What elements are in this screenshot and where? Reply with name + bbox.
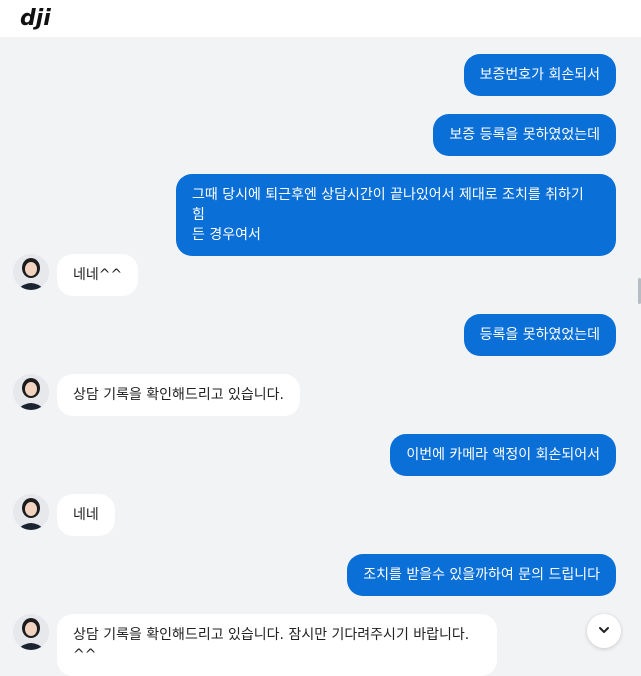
agent-avatar (13, 374, 49, 410)
scroll-down-button[interactable] (587, 614, 621, 648)
user-message: 등록을 못하였었는데 (463, 314, 616, 356)
agent-message: 네네 (57, 494, 115, 536)
agent-message: 상담 기록을 확인해드리고 있습니다. (57, 374, 300, 416)
dji-logo-icon[interactable]: dji (20, 5, 60, 35)
user-message: 보증번호가 회손되서 (463, 54, 616, 96)
user-message: 이번에 카메라 액정이 회손되어서 (390, 434, 616, 476)
agent-avatar (13, 614, 49, 650)
agent-avatar (13, 254, 49, 290)
agent-message: 네네^^ (57, 254, 139, 296)
app-header: dji (0, 0, 641, 37)
user-message: 조치를 받을수 있을까하여 문의 드립니다 (347, 554, 616, 596)
user-message: 보증 등록을 못하였었는데 (433, 114, 616, 156)
agent-message: 상담 기록을 확인해드리고 있습니다. 잠시만 기다려주시기 바랍니다. ^^ (57, 614, 497, 676)
chevron-down-icon (597, 622, 611, 641)
svg-text:dji: dji (20, 6, 51, 31)
chat-area[interactable]: 보증번호가 회손되서 보증 등록을 못하였었는데 그때 당시에 퇴근후엔 상담시… (0, 37, 641, 676)
agent-avatar (13, 494, 49, 530)
user-message: 그때 당시에 퇴근후엔 상담시간이 끝나있어서 제대로 조치를 취하기 힘 든 … (176, 174, 616, 256)
